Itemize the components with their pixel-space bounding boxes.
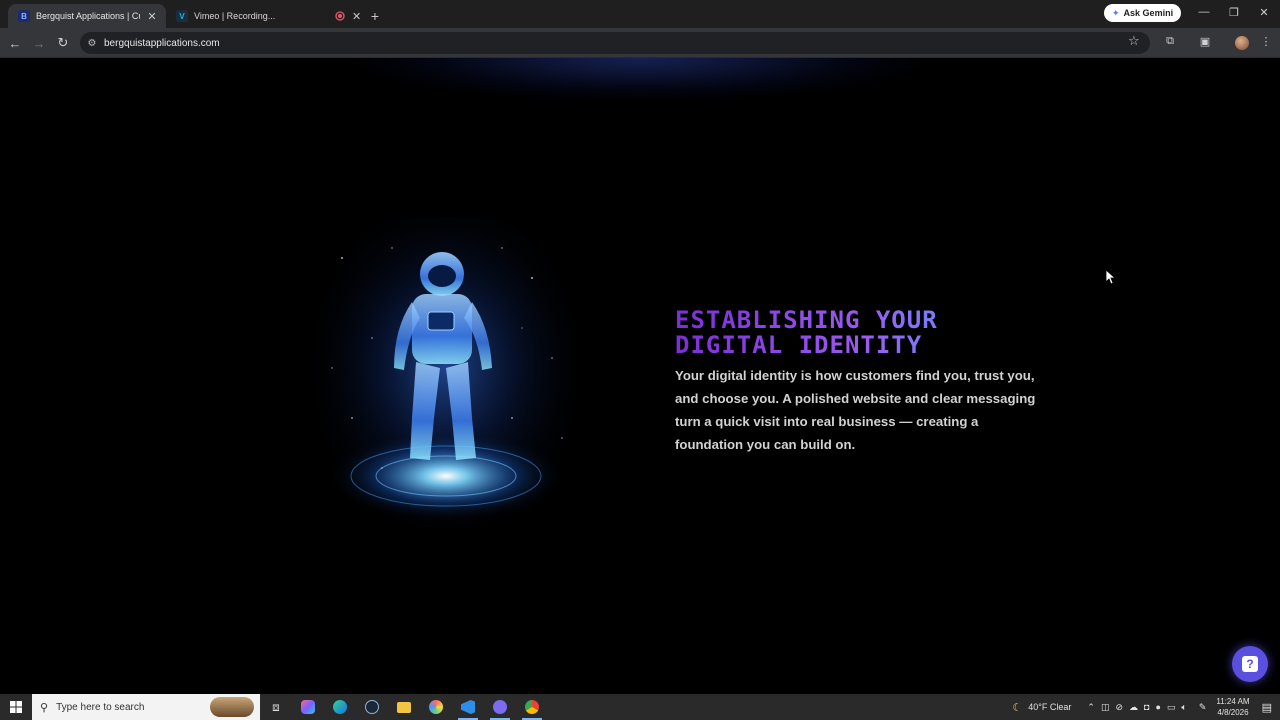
- chrome-icon[interactable]: [516, 694, 548, 720]
- tab-recording[interactable]: ✕: [324, 4, 364, 28]
- tray-app-icon[interactable]: ◫: [1101, 702, 1110, 713]
- volume-icon[interactable]: 🔈︎: [1181, 702, 1186, 713]
- extensions-icon[interactable]: ⧉: [1163, 35, 1177, 49]
- bergquist-favicon-icon: B: [18, 10, 30, 22]
- microphone-icon[interactable]: ●: [1155, 702, 1160, 712]
- network-icon[interactable]: ▭: [1167, 702, 1176, 713]
- ask-gemini-button[interactable]: ✦ Ask Gemini: [1104, 4, 1182, 22]
- page-heading: Establishing your digital identity: [675, 308, 1015, 358]
- web-page: Establishing your digital identity Your …: [0, 58, 1280, 694]
- system-tray: ☾ 40°F Clear ⌃ ◫ ⊘ ☁ ◘ ● ▭ 🔈︎ ✎ 11:24 AM…: [1012, 694, 1280, 720]
- weather-text[interactable]: 40°F Clear: [1028, 702, 1071, 712]
- help-chat-button[interactable]: ?: [1232, 646, 1268, 682]
- close-window-icon[interactable]: ✕: [1254, 6, 1274, 19]
- tab-bergquist[interactable]: B Bergquist Applications | Custom ✕: [8, 4, 166, 28]
- task-view-icon[interactable]: ⧈: [260, 694, 292, 720]
- close-tab-icon[interactable]: ✕: [352, 10, 361, 23]
- tray-app-icon[interactable]: ⊘: [1115, 702, 1123, 713]
- heading-line-1: Establishing your: [675, 306, 938, 334]
- mouse-pointer-icon: [1106, 270, 1116, 285]
- moon-weather-icon: ☾: [1012, 701, 1023, 714]
- menu-kebab-icon[interactable]: ⋮: [1259, 35, 1273, 49]
- file-explorer-icon[interactable]: [388, 694, 420, 720]
- reload-icon[interactable]: ↻: [54, 34, 72, 52]
- tray-app-icon[interactable]: ◘: [1144, 702, 1149, 712]
- notifications-icon[interactable]: ▤: [1262, 701, 1272, 714]
- tab-title: Bergquist Applications | Custom: [36, 11, 140, 21]
- forward-arrow-icon[interactable]: →: [30, 34, 48, 52]
- clock-date: 4/8/2026: [1217, 708, 1249, 717]
- intro-paragraph: Your digital identity is how customers f…: [675, 368, 1036, 452]
- heading-line-2: digital identity: [675, 331, 923, 359]
- copilot-icon[interactable]: [292, 694, 324, 720]
- browser-tab-bar: B Bergquist Applications | Custom ✕ V Vi…: [0, 0, 1280, 28]
- steam-icon[interactable]: [356, 694, 388, 720]
- back-arrow-icon[interactable]: ←: [6, 34, 24, 52]
- vimeo-favicon-icon: V: [176, 10, 188, 22]
- record-icon: [334, 10, 346, 22]
- clock[interactable]: 11:24 AM 4/8/2026: [1216, 696, 1249, 718]
- search-highlight-image: [210, 697, 254, 717]
- vscode-icon[interactable]: [452, 694, 484, 720]
- browser-toolbar: ← → ↻ ⚙ ☆ ⧉ ▣ ⋮: [0, 28, 1280, 58]
- url-input[interactable]: [104, 37, 1004, 49]
- minimize-icon[interactable]: —: [1194, 6, 1214, 18]
- help-question-icon: ?: [1242, 656, 1258, 672]
- address-bar[interactable]: ⚙: [80, 32, 1150, 54]
- gemini-sparkle-icon: ✦: [1112, 7, 1120, 18]
- taskbar-search-box[interactable]: ⚲: [32, 694, 260, 720]
- windows-taskbar: ⚲ ⧈ ☾ 40°F Clear ⌃ ◫ ⊘ ☁ ◘ ● ▭ 🔈︎ ✎ 11:2…: [0, 694, 1280, 720]
- cloud-icon[interactable]: ☁: [1129, 702, 1138, 713]
- ask-gemini-label: Ask Gemini: [1123, 8, 1174, 18]
- paint-icon[interactable]: [420, 694, 452, 720]
- profile-avatar[interactable]: [1235, 36, 1249, 50]
- tab-title: Vimeo | Recording...: [194, 11, 276, 21]
- restore-icon[interactable]: ❐: [1224, 6, 1244, 19]
- site-info-icon[interactable]: ⚙: [80, 38, 104, 49]
- close-tab-icon[interactable]: ✕: [146, 10, 158, 23]
- tab-vimeo[interactable]: V Vimeo | Recording...: [166, 4, 324, 28]
- pen-icon[interactable]: ✎: [1199, 702, 1207, 713]
- tab-search-icon[interactable]: ▣: [1198, 35, 1212, 49]
- bookmark-star-icon[interactable]: ☆: [1128, 33, 1140, 49]
- discord-icon[interactable]: [484, 694, 516, 720]
- search-icon: ⚲: [40, 701, 49, 714]
- astronaut-hero-image: [312, 218, 580, 548]
- show-hidden-icons-icon[interactable]: ⌃: [1087, 702, 1095, 713]
- new-tab-button[interactable]: +: [364, 4, 386, 28]
- taskbar-search-input[interactable]: [56, 701, 197, 713]
- clock-time: 11:24 AM: [1216, 697, 1250, 706]
- edge-browser-icon[interactable]: [324, 694, 356, 720]
- top-nebula-glow: [360, 58, 920, 100]
- windows-start-icon[interactable]: [0, 694, 32, 720]
